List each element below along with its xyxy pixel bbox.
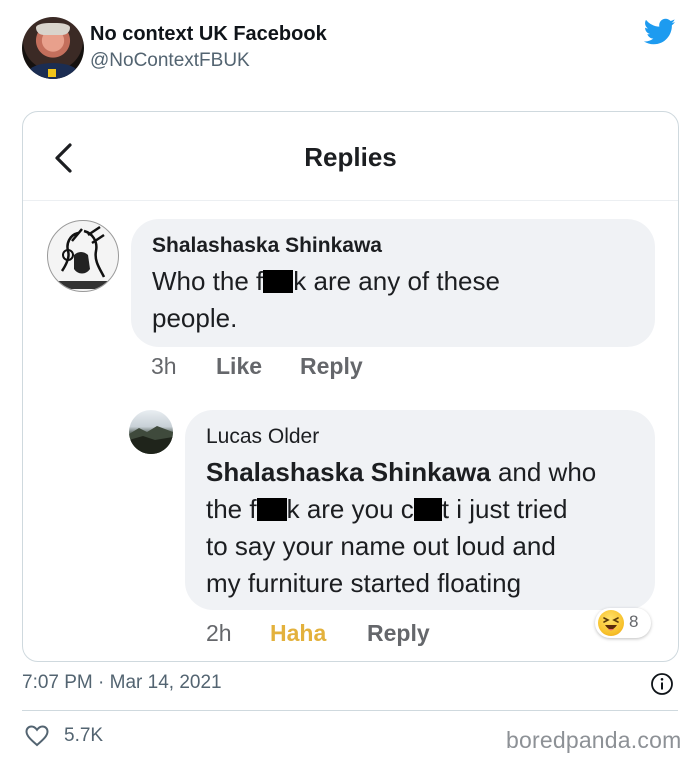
reply-text-part: the f bbox=[206, 494, 257, 524]
mention-link[interactable]: Shalashaska Shinkawa bbox=[206, 457, 491, 487]
reply-text: Shalashaska Shinkawa and who the f k are … bbox=[206, 454, 646, 602]
reply-time: 2h bbox=[206, 620, 232, 646]
commenter-avatar[interactable] bbox=[47, 220, 119, 292]
reply-text-part: and who bbox=[490, 457, 597, 487]
divider bbox=[22, 710, 678, 711]
reply-author[interactable]: Lucas Older bbox=[206, 425, 319, 449]
twitter-bird-icon[interactable] bbox=[644, 18, 676, 46]
replier-avatar[interactable] bbox=[129, 410, 173, 454]
comment-text-part: Who the f bbox=[152, 266, 264, 296]
comment-text-part: k are any of these bbox=[293, 266, 500, 296]
replies-header: Replies bbox=[23, 112, 678, 201]
reply-text-part: k are you c bbox=[286, 494, 414, 524]
comment-text-part: people. bbox=[152, 303, 238, 333]
reply-bubble[interactable]: Lucas Older Shalashaska Shinkawa and who… bbox=[185, 410, 655, 610]
censor-bar bbox=[413, 498, 442, 521]
comment-text: Who the f k are any of these people. bbox=[152, 263, 642, 337]
reply-text-part: t i just tried bbox=[441, 494, 568, 524]
reaction-count: 8 bbox=[629, 612, 639, 631]
haha-reaction-button[interactable]: Haha bbox=[270, 620, 326, 647]
reply-text-part: to say your name out loud and bbox=[206, 531, 556, 561]
profile-avatar[interactable] bbox=[22, 17, 84, 79]
reply-button[interactable]: Reply bbox=[367, 620, 430, 647]
tweet-timestamp[interactable]: 7:07 PM · Mar 14, 2021 bbox=[22, 672, 222, 694]
censor-bar bbox=[263, 270, 294, 293]
info-icon[interactable] bbox=[650, 672, 674, 696]
watermark: boredpanda.com bbox=[506, 727, 682, 753]
display-name[interactable]: No context UK Facebook bbox=[90, 23, 327, 46]
user-handle[interactable]: @NoContextFBUK bbox=[90, 50, 250, 72]
heart-icon[interactable] bbox=[24, 724, 50, 748]
comment-time: 3h bbox=[151, 353, 177, 379]
reaction-summary[interactable]: 8 bbox=[595, 608, 651, 638]
reply-text-part: my furniture started floating bbox=[206, 568, 522, 598]
censor-bar bbox=[256, 498, 287, 521]
page-title: Replies bbox=[304, 142, 397, 172]
laughing-emoji-icon bbox=[598, 610, 624, 636]
like-button[interactable]: Like bbox=[216, 353, 262, 380]
like-count: 5.7K bbox=[64, 725, 104, 746]
comment-bubble[interactable]: Shalashaska Shinkawa Who the f k are any … bbox=[131, 219, 655, 347]
embedded-screenshot: Replies Shalashaska Shinkawa Who the f k … bbox=[22, 111, 679, 662]
comment-author[interactable]: Shalashaska Shinkawa bbox=[152, 234, 382, 258]
reply-button[interactable]: Reply bbox=[300, 353, 363, 380]
